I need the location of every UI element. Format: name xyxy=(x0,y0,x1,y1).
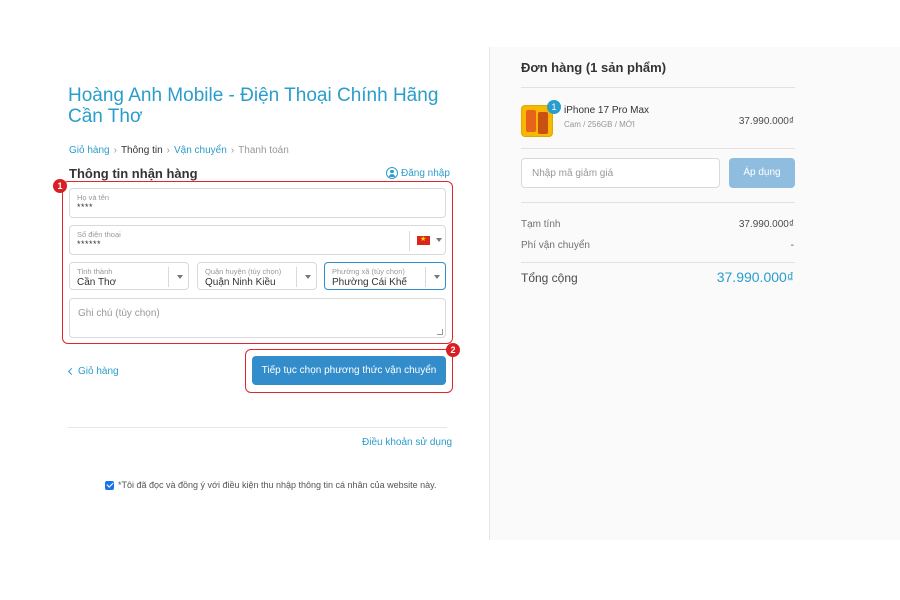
phone-label: Số điện thoại xyxy=(77,230,121,239)
user-icon xyxy=(386,167,398,179)
product-price: 37.990.000₫ xyxy=(738,116,794,127)
shipping-fee-label: Phí vận chuyển xyxy=(521,240,590,251)
breadcrumb: Giỏ hàng › Thông tin › Vận chuyển › Thanh toán xyxy=(69,145,289,156)
terms-link[interactable]: Điều khoản sử dụng xyxy=(362,437,452,448)
district-value: Quận Ninh Kiều xyxy=(205,277,276,288)
province-value: Cần Thơ xyxy=(77,277,117,288)
total-value: 37.990.000₫ xyxy=(716,269,794,285)
divider xyxy=(296,267,297,287)
login-label: Đăng nhập xyxy=(401,167,450,179)
divider xyxy=(521,148,795,149)
note-textarea[interactable]: Ghi chú (tùy chọn) xyxy=(69,298,446,338)
ward-label: Phường xã (tùy chọn) xyxy=(332,267,405,276)
phone-image xyxy=(526,110,536,132)
caret-down-icon[interactable] xyxy=(436,238,442,242)
breadcrumb-info: Thông tin xyxy=(120,145,163,156)
breadcrumb-shipping[interactable]: Vận chuyển xyxy=(174,145,227,156)
shipping-info-title: Thông tin nhận hàng xyxy=(69,166,198,181)
ward-select[interactable]: Phường xã (tùy chọn) Phường Cái Khế xyxy=(324,262,446,290)
store-title[interactable]: Hoàng Anh Mobile - Điện Thoại Chính Hãng… xyxy=(68,85,448,127)
caret-down-icon xyxy=(305,275,311,279)
breadcrumb-cart[interactable]: Giỏ hàng xyxy=(69,145,110,156)
total-label: Tổng cộng xyxy=(521,271,578,285)
divider xyxy=(521,87,795,88)
breadcrumb-separator: › xyxy=(166,145,170,156)
breadcrumb-separator: › xyxy=(230,145,235,156)
step-badge-2: 2 xyxy=(446,343,460,357)
full-name-label: Họ và tên xyxy=(77,193,110,202)
back-to-cart-link[interactable]: Giỏ hàng xyxy=(67,366,119,377)
caret-down-icon xyxy=(177,275,183,279)
chevron-left-icon xyxy=(67,367,76,376)
order-summary-panel: Đơn hàng (1 sản phẩm) 1 iPhone 17 Pro Ma… xyxy=(489,47,900,540)
note-placeholder: Ghi chú (tùy chọn) xyxy=(78,308,160,319)
shipping-fee-value: - xyxy=(790,240,794,251)
subtotal-label: Tạm tính xyxy=(521,219,561,230)
consent-row[interactable]: *Tôi đã đọc và đồng ý với điều kiện thu … xyxy=(105,480,436,490)
ward-value: Phường Cái Khế xyxy=(332,277,407,288)
full-name-field[interactable]: Họ và tên **** xyxy=(69,188,446,218)
caret-down-icon xyxy=(434,275,440,279)
consent-checkbox[interactable] xyxy=(105,480,114,490)
breadcrumb-payment: Thanh toán xyxy=(238,145,289,156)
step-badge-1: 1 xyxy=(53,179,67,193)
district-select[interactable]: Quận huyện (tùy chọn) Quận Ninh Kiều xyxy=(197,262,317,290)
divider xyxy=(521,202,795,203)
full-name-value: **** xyxy=(77,202,94,212)
breadcrumb-separator: › xyxy=(113,145,117,156)
phone-field[interactable]: Số điện thoại ****** xyxy=(69,225,446,255)
subtotal-value: 37.990.000₫ xyxy=(738,219,794,230)
quantity-badge: 1 xyxy=(547,100,561,114)
order-summary-title: Đơn hàng (1 sản phẩm) xyxy=(521,60,667,75)
divider xyxy=(168,267,169,287)
phone-value: ****** xyxy=(77,239,102,249)
discount-code-input[interactable] xyxy=(521,158,720,188)
back-to-cart-label: Giỏ hàng xyxy=(78,366,119,377)
resize-handle-icon[interactable] xyxy=(437,329,443,335)
divider xyxy=(521,262,795,263)
divider xyxy=(409,231,410,251)
phone-image xyxy=(538,112,548,134)
product-variant: Cam / 256GB / MỚI xyxy=(564,120,635,129)
product-name: iPhone 17 Pro Max xyxy=(564,105,650,116)
divider xyxy=(425,267,426,287)
divider xyxy=(68,427,447,428)
continue-shipping-button[interactable]: Tiếp tục chọn phương thức vận chuyển xyxy=(252,356,446,385)
apply-discount-button[interactable]: Áp dụng xyxy=(729,158,795,188)
consent-text: *Tôi đã đọc và đồng ý với điều kiện thu … xyxy=(118,480,437,490)
province-label: Tỉnh thành xyxy=(77,267,113,276)
district-label: Quận huyện (tùy chọn) xyxy=(205,267,282,276)
province-select[interactable]: Tỉnh thành Cần Thơ xyxy=(69,262,189,290)
vietnam-flag-icon[interactable] xyxy=(417,235,430,245)
login-link[interactable]: Đăng nhập xyxy=(386,167,450,179)
